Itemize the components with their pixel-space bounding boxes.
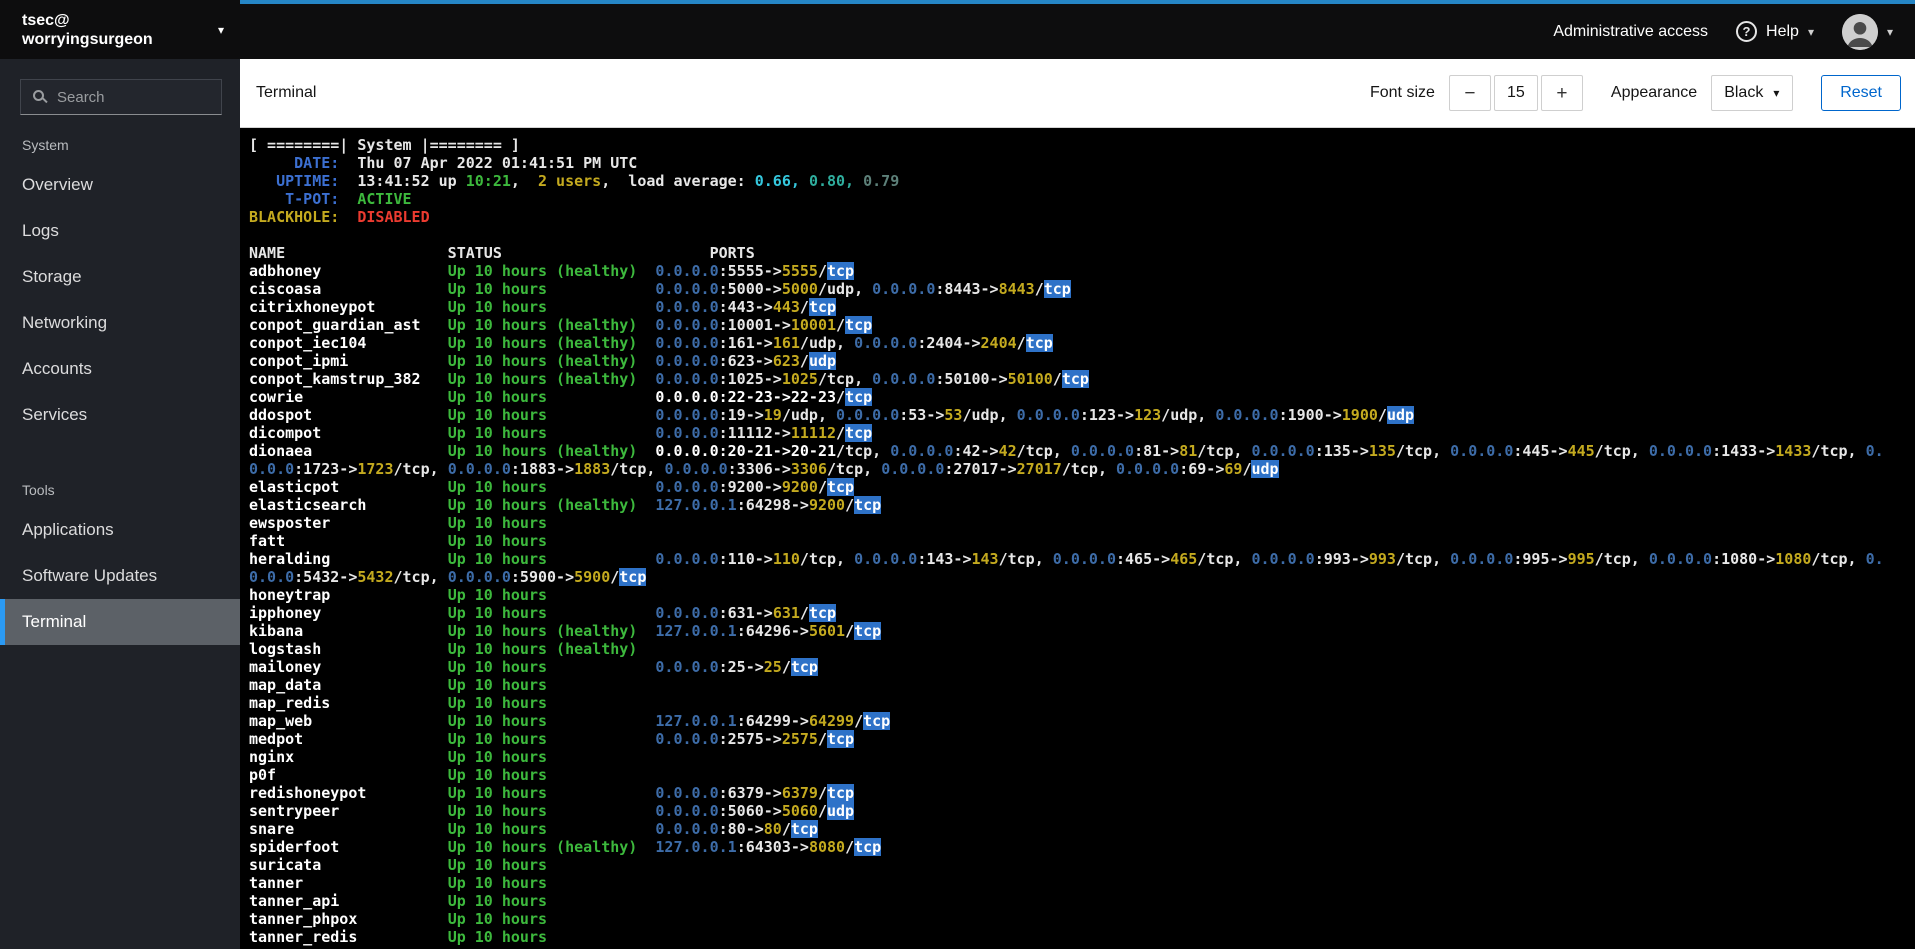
font-size-label: Font size	[1369, 84, 1435, 101]
host-text: tsec@ worryingsurgeon	[22, 11, 153, 49]
sidebar-item-services[interactable]: Services	[0, 392, 240, 438]
help-icon: ?	[1736, 21, 1758, 42]
host-switcher[interactable]: tsec@ worryingsurgeon ▾	[0, 0, 240, 59]
sidebar-item-software-updates[interactable]: Software Updates	[0, 553, 240, 599]
sidebar-item-accounts[interactable]: Accounts	[0, 346, 240, 392]
sidebar-item-storage[interactable]: Storage	[0, 254, 240, 300]
terminal-toolbar: Terminal Font size − 15 + Appearance Bla…	[240, 59, 1915, 128]
sidebar: tsec@ worryingsurgeon ▾ System Overview …	[0, 0, 240, 949]
sidebar-search	[20, 79, 222, 115]
sidebar-item-logs[interactable]: Logs	[0, 208, 240, 254]
chevron-down-icon: ▾	[217, 22, 224, 37]
avatar	[1841, 13, 1878, 50]
search-input[interactable]	[20, 79, 222, 115]
terminal-output: [ ========| System |======== ] DATE: Thu…	[249, 136, 1884, 946]
admin-access-button[interactable]: Administrative access	[1553, 23, 1708, 41]
appearance-select[interactable]: Black ▾	[1711, 75, 1794, 111]
chevron-down-icon: ▾	[1807, 24, 1814, 39]
sidebar-section-tools: Tools	[22, 482, 55, 498]
font-size-stepper: − 15 +	[1448, 75, 1583, 111]
page-title: Terminal	[256, 84, 317, 101]
help-menu[interactable]: ? Help ▾	[1736, 21, 1814, 42]
host-username: tsec@	[22, 11, 70, 29]
appearance-value: Black	[1724, 84, 1764, 101]
reset-button[interactable]: Reset	[1821, 75, 1901, 111]
terminal-pane[interactable]: [ ========| System |======== ] DATE: Thu…	[240, 128, 1915, 949]
appearance-label: Appearance	[1610, 84, 1698, 101]
host-name: worryingsurgeon	[22, 30, 153, 48]
masthead: Administrative access ? Help ▾ ▾	[240, 4, 1915, 59]
chevron-down-icon: ▾	[1773, 86, 1780, 100]
sidebar-nav: System Overview Logs Storage Networking …	[0, 121, 240, 645]
sidebar-item-terminal[interactable]: Terminal	[0, 599, 240, 645]
toolbar-controls: Font size − 15 + Appearance Black ▾ Rese…	[1370, 75, 1901, 111]
sidebar-item-overview[interactable]: Overview	[0, 162, 240, 208]
search-icon	[33, 90, 44, 101]
user-menu[interactable]: ▾	[1841, 13, 1893, 50]
font-size-increase-button[interactable]: +	[1540, 75, 1583, 111]
cockpit-app: tsec@ worryingsurgeon ▾ System Overview …	[0, 0, 1915, 949]
sidebar-item-applications[interactable]: Applications	[0, 507, 240, 553]
sidebar-item-networking[interactable]: Networking	[0, 300, 240, 346]
chevron-down-icon: ▾	[1886, 24, 1893, 39]
help-label: Help	[1766, 22, 1799, 40]
font-size-value: 15	[1493, 75, 1538, 111]
sidebar-section-system: System	[22, 137, 69, 153]
font-size-decrease-button[interactable]: −	[1448, 75, 1491, 111]
